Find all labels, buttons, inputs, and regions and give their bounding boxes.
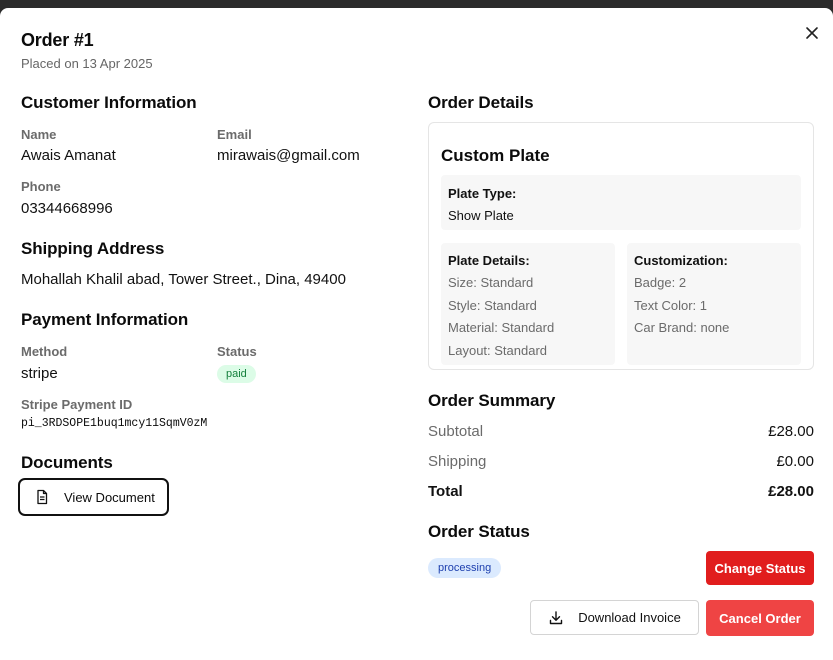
shipping-address: Mohallah Khalil abad, Tower Street., Din… — [21, 271, 346, 288]
payment-status-label: Status — [217, 344, 257, 359]
order-summary-heading: Order Summary — [428, 391, 556, 410]
download-icon — [548, 610, 564, 626]
plate-detail-item: Style: Standard — [448, 298, 537, 313]
customization-label: Customization: — [634, 253, 728, 268]
payment-status-badge: paid — [217, 365, 256, 383]
cancel-order-button[interactable]: Cancel Order — [706, 600, 814, 636]
plate-details-panel: Plate Details: Size: Standard Style: Sta… — [441, 243, 615, 365]
plate-detail-item: Size: Standard — [448, 275, 534, 290]
shipping-cost-value: £0.00 — [776, 453, 814, 470]
order-date: Placed on 13 Apr 2025 — [21, 56, 153, 71]
product-card: Custom Plate Plate Type: Show Plate Plat… — [428, 122, 814, 370]
order-status-badge: processing — [428, 558, 502, 578]
order-status-heading: Order Status — [428, 522, 530, 541]
shipping-row: Shipping £0.00 — [428, 453, 814, 470]
customization-item: Badge: 2 — [634, 275, 687, 290]
subtotal-label: Subtotal — [428, 423, 484, 440]
plate-type-value: Show Plate — [448, 208, 514, 223]
name-label: Name — [21, 127, 57, 142]
plate-type-label: Plate Type: — [448, 186, 517, 201]
total-value: £28.00 — [768, 483, 814, 500]
document-icon — [34, 489, 50, 505]
change-status-button[interactable]: Change Status — [706, 551, 814, 585]
total-row: Total £28.00 — [428, 483, 814, 500]
phone-value: 03344668996 — [21, 200, 113, 217]
download-invoice-label: Download Invoice — [578, 610, 681, 625]
stripe-id-label: Stripe Payment ID — [21, 397, 133, 412]
subtotal-row: Subtotal £28.00 — [428, 423, 814, 440]
phone-label: Phone — [21, 179, 61, 194]
view-document-button[interactable]: View Document — [18, 478, 169, 516]
close-icon[interactable] — [803, 24, 821, 42]
product-title: Custom Plate — [441, 146, 550, 165]
method-label: Method — [21, 344, 68, 359]
customization-panel: Customization: Badge: 2 Text Color: 1 Ca… — [627, 243, 801, 365]
payment-heading: Payment Information — [21, 310, 189, 329]
order-details-heading: Order Details — [428, 93, 534, 112]
subtotal-value: £28.00 — [768, 423, 814, 440]
plate-type-panel: Plate Type: Show Plate — [441, 175, 801, 230]
customization-item: Text Color: 1 — [634, 298, 707, 313]
plate-detail-item: Material: Standard — [448, 320, 555, 335]
plate-details-label: Plate Details: — [448, 253, 530, 268]
shipping-cost-label: Shipping — [428, 453, 487, 470]
documents-heading: Documents — [21, 453, 113, 472]
email-label: Email — [217, 127, 252, 142]
page-title: Order #1 — [21, 30, 94, 50]
order-modal: Order #1 Placed on 13 Apr 2025 Customer … — [0, 8, 833, 660]
method-value: stripe — [21, 365, 58, 382]
shipping-heading: Shipping Address — [21, 239, 165, 258]
name-value: Awais Amanat — [21, 147, 116, 164]
email-value: mirawais@gmail.com — [217, 147, 360, 164]
customer-info-heading: Customer Information — [21, 93, 197, 112]
download-invoice-button[interactable]: Download Invoice — [530, 600, 699, 635]
customization-item: Car Brand: none — [634, 320, 730, 335]
view-document-label: View Document — [64, 489, 155, 505]
plate-detail-item: Layout: Standard — [448, 343, 548, 358]
stripe-id-value: pi_3RDSOPE1buq1mcy11SqmV0zM — [21, 417, 208, 430]
total-label: Total — [428, 483, 463, 500]
